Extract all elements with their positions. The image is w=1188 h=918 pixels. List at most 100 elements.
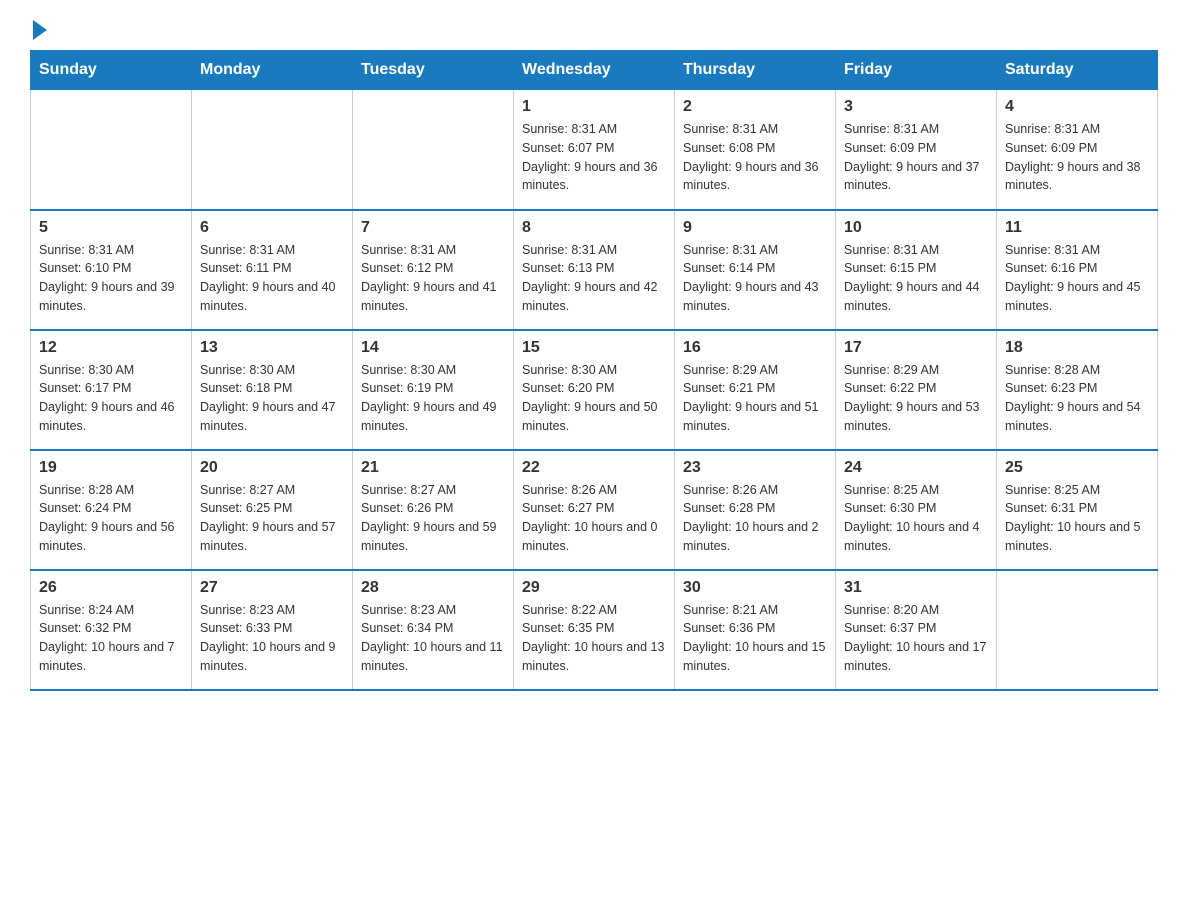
- day-number: 6: [200, 219, 344, 237]
- day-info: Sunrise: 8:31 AMSunset: 6:15 PMDaylight:…: [844, 241, 988, 316]
- calendar-cell: 16 Sunrise: 8:29 AMSunset: 6:21 PMDayligh…: [675, 330, 836, 450]
- day-number: 29: [522, 579, 666, 597]
- day-number: 16: [683, 339, 827, 357]
- day-info: Sunrise: 8:23 AMSunset: 6:34 PMDaylight:…: [361, 601, 505, 676]
- calendar-cell: 9Sunrise: 8:31 AMSunset: 6:14 PMDaylight…: [675, 210, 836, 330]
- day-number: 30: [683, 579, 827, 597]
- header-friday: Friday: [836, 51, 997, 90]
- day-number: 9: [683, 219, 827, 237]
- day-info: Sunrise: 8:31 AMSunset: 6:10 PMDaylight:…: [39, 241, 183, 316]
- day-info: Sunrise: 8:28 AMSunset: 6:23 PMDaylight:…: [1005, 361, 1149, 436]
- header-saturday: Saturday: [997, 51, 1158, 90]
- day-info: Sunrise: 8:21 AMSunset: 6:36 PMDaylight:…: [683, 601, 827, 676]
- calendar-cell: 24 Sunrise: 8:25 AMSunset: 6:30 PMDayligh…: [836, 450, 997, 570]
- day-info: Sunrise: 8:30 AMSunset: 6:18 PMDaylight:…: [200, 361, 344, 436]
- day-number: 3: [844, 98, 988, 116]
- day-number: 7: [361, 219, 505, 237]
- calendar-week-row: 5 Sunrise: 8:31 AMSunset: 6:10 PMDaylight…: [31, 210, 1158, 330]
- day-info: Sunrise: 8:26 AMSunset: 6:27 PMDaylight:…: [522, 481, 666, 556]
- day-number: 31: [844, 579, 988, 597]
- calendar-cell: 3 Sunrise: 8:31 AMSunset: 6:09 PMDaylight…: [836, 90, 997, 210]
- day-number: 12: [39, 339, 183, 357]
- day-info: Sunrise: 8:31 AMSunset: 6:11 PMDaylight:…: [200, 241, 344, 316]
- calendar-cell: 26 Sunrise: 8:24 AMSunset: 6:32 PMDayligh…: [31, 570, 192, 690]
- day-number: 25: [1005, 459, 1149, 477]
- day-number: 19: [39, 459, 183, 477]
- day-number: 20: [200, 459, 344, 477]
- day-number: 13: [200, 339, 344, 357]
- calendar-cell: 4 Sunrise: 8:31 AMSunset: 6:09 PMDaylight…: [997, 90, 1158, 210]
- calendar-cell: 27 Sunrise: 8:23 AMSunset: 6:33 PMDayligh…: [192, 570, 353, 690]
- day-info: Sunrise: 8:31 AMSunset: 6:08 PMDaylight:…: [683, 120, 827, 195]
- day-info: Sunrise: 8:22 AMSunset: 6:35 PMDaylight:…: [522, 601, 666, 676]
- calendar-week-row: 12 Sunrise: 8:30 AMSunset: 6:17 PMDayligh…: [31, 330, 1158, 450]
- day-number: 2: [683, 98, 827, 116]
- calendar-week-row: 26 Sunrise: 8:24 AMSunset: 6:32 PMDayligh…: [31, 570, 1158, 690]
- calendar-cell: 8 Sunrise: 8:31 AMSunset: 6:13 PMDaylight…: [514, 210, 675, 330]
- calendar-cell: 28 Sunrise: 8:23 AMSunset: 6:34 PMDayligh…: [353, 570, 514, 690]
- header-monday: Monday: [192, 51, 353, 90]
- calendar-cell: 7Sunrise: 8:31 AMSunset: 6:12 PMDaylight…: [353, 210, 514, 330]
- day-info: Sunrise: 8:23 AMSunset: 6:33 PMDaylight:…: [200, 601, 344, 676]
- day-info: Sunrise: 8:29 AMSunset: 6:22 PMDaylight:…: [844, 361, 988, 436]
- day-number: 23: [683, 459, 827, 477]
- calendar-cell: 5 Sunrise: 8:31 AMSunset: 6:10 PMDaylight…: [31, 210, 192, 330]
- day-info: Sunrise: 8:20 AMSunset: 6:37 PMDaylight:…: [844, 601, 988, 676]
- calendar-cell: 18 Sunrise: 8:28 AMSunset: 6:23 PMDayligh…: [997, 330, 1158, 450]
- day-number: 4: [1005, 98, 1149, 116]
- calendar-week-row: 19 Sunrise: 8:28 AMSunset: 6:24 PMDayligh…: [31, 450, 1158, 570]
- day-number: 1: [522, 98, 666, 116]
- day-info: Sunrise: 8:30 AMSunset: 6:17 PMDaylight:…: [39, 361, 183, 436]
- page-header: [30, 20, 1158, 40]
- day-info: Sunrise: 8:25 AMSunset: 6:30 PMDaylight:…: [844, 481, 988, 556]
- header-wednesday: Wednesday: [514, 51, 675, 90]
- calendar-cell: 12 Sunrise: 8:30 AMSunset: 6:17 PMDayligh…: [31, 330, 192, 450]
- day-info: Sunrise: 8:31 AMSunset: 6:07 PMDaylight:…: [522, 120, 666, 195]
- day-number: 24: [844, 459, 988, 477]
- day-info: Sunrise: 8:31 AMSunset: 6:13 PMDaylight:…: [522, 241, 666, 316]
- logo-arrow-icon: [33, 20, 47, 40]
- header-tuesday: Tuesday: [353, 51, 514, 90]
- day-number: 8: [522, 219, 666, 237]
- day-number: 17: [844, 339, 988, 357]
- day-info: Sunrise: 8:31 AMSunset: 6:09 PMDaylight:…: [1005, 120, 1149, 195]
- day-info: Sunrise: 8:27 AMSunset: 6:26 PMDaylight:…: [361, 481, 505, 556]
- day-number: 27: [200, 579, 344, 597]
- calendar-cell: 22 Sunrise: 8:26 AMSunset: 6:27 PMDayligh…: [514, 450, 675, 570]
- day-info: Sunrise: 8:31 AMSunset: 6:09 PMDaylight:…: [844, 120, 988, 195]
- day-info: Sunrise: 8:31 AMSunset: 6:16 PMDaylight:…: [1005, 241, 1149, 316]
- calendar-cell: 11 Sunrise: 8:31 AMSunset: 6:16 PMDayligh…: [997, 210, 1158, 330]
- header-thursday: Thursday: [675, 51, 836, 90]
- day-number: 26: [39, 579, 183, 597]
- calendar-cell: 21 Sunrise: 8:27 AMSunset: 6:26 PMDayligh…: [353, 450, 514, 570]
- calendar-cell: [997, 570, 1158, 690]
- day-info: Sunrise: 8:29 AMSunset: 6:21 PMDaylight:…: [683, 361, 827, 436]
- day-number: 10: [844, 219, 988, 237]
- calendar-cell: 10 Sunrise: 8:31 AMSunset: 6:15 PMDayligh…: [836, 210, 997, 330]
- day-number: 21: [361, 459, 505, 477]
- day-number: 18: [1005, 339, 1149, 357]
- header-sunday: Sunday: [31, 51, 192, 90]
- calendar-cell: 19 Sunrise: 8:28 AMSunset: 6:24 PMDayligh…: [31, 450, 192, 570]
- calendar-cell: [353, 90, 514, 210]
- day-number: 28: [361, 579, 505, 597]
- calendar-cell: [192, 90, 353, 210]
- day-number: 11: [1005, 219, 1149, 237]
- day-info: Sunrise: 8:25 AMSunset: 6:31 PMDaylight:…: [1005, 481, 1149, 556]
- day-number: 22: [522, 459, 666, 477]
- calendar-cell: 13 Sunrise: 8:30 AMSunset: 6:18 PMDayligh…: [192, 330, 353, 450]
- day-number: 5: [39, 219, 183, 237]
- day-info: Sunrise: 8:24 AMSunset: 6:32 PMDaylight:…: [39, 601, 183, 676]
- calendar-cell: 15Sunrise: 8:30 AMSunset: 6:20 PMDayligh…: [514, 330, 675, 450]
- calendar-cell: 31 Sunrise: 8:20 AMSunset: 6:37 PMDayligh…: [836, 570, 997, 690]
- calendar-cell: 25 Sunrise: 8:25 AMSunset: 6:31 PMDayligh…: [997, 450, 1158, 570]
- day-info: Sunrise: 8:30 AMSunset: 6:20 PMDaylight:…: [522, 361, 666, 436]
- calendar-cell: [31, 90, 192, 210]
- calendar-table: Sunday Monday Tuesday Wednesday Thursday…: [30, 50, 1158, 691]
- day-info: Sunrise: 8:28 AMSunset: 6:24 PMDaylight:…: [39, 481, 183, 556]
- calendar-cell: 6 Sunrise: 8:31 AMSunset: 6:11 PMDaylight…: [192, 210, 353, 330]
- calendar-cell: 1 Sunrise: 8:31 AMSunset: 6:07 PMDaylight…: [514, 90, 675, 210]
- calendar-week-row: 1 Sunrise: 8:31 AMSunset: 6:07 PMDaylight…: [31, 90, 1158, 210]
- calendar-header-row: Sunday Monday Tuesday Wednesday Thursday…: [31, 51, 1158, 90]
- calendar-cell: 17 Sunrise: 8:29 AMSunset: 6:22 PMDayligh…: [836, 330, 997, 450]
